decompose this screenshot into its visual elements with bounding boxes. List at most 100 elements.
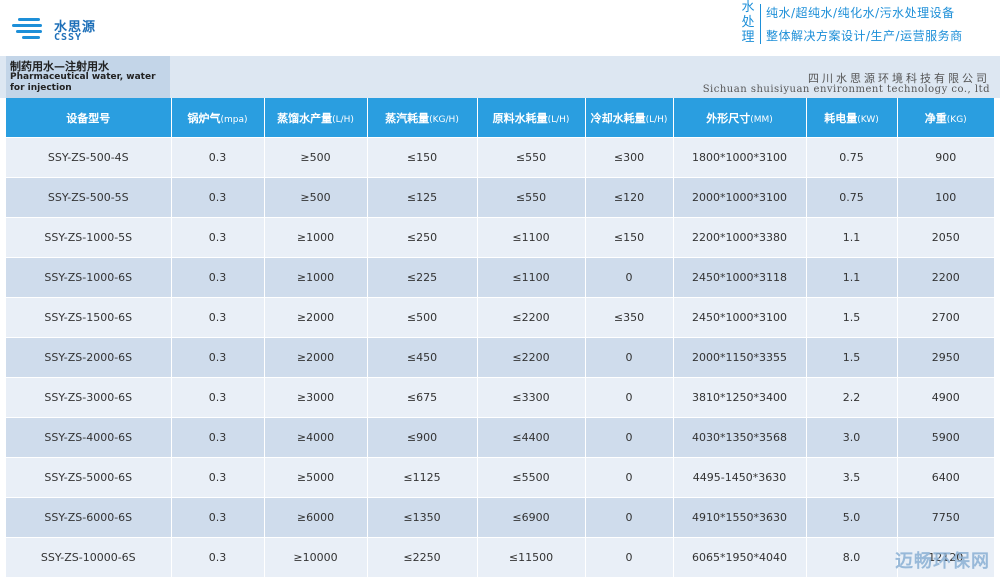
cell-model: SSY-ZS-3000-6S xyxy=(6,377,171,418)
table-row: SSY-ZS-6000-6S 0.3 ≥6000 ≤1350 ≤6900 0 4910*15… xyxy=(6,497,994,538)
company-name-en: Sichuan shuisiyuan environment technolog… xyxy=(702,84,990,95)
cell-power: 2.2 xyxy=(805,377,897,418)
cell-boiler-steam: 0.3 xyxy=(170,177,264,218)
col-header-unit: (mpa) xyxy=(220,114,248,125)
cell-feed-water: ≤5500 xyxy=(476,457,585,498)
cell-boiler-steam: 0.3 xyxy=(170,497,264,538)
cell-dimensions: 2450*1000*3100 xyxy=(672,297,806,338)
cell-power: 1.5 xyxy=(805,297,897,338)
cell-steam-consumption: ≤1350 xyxy=(366,497,477,538)
col-header-label: 设备型号 xyxy=(66,111,111,125)
cell-net-weight: 5900 xyxy=(896,417,994,458)
cell-distilled-output: ≥2000 xyxy=(263,337,367,378)
cell-boiler-steam: 0.3 xyxy=(170,297,264,338)
cell-model: SSY-ZS-1500-6S xyxy=(6,297,171,338)
cell-dimensions: 2450*1000*3118 xyxy=(672,257,806,298)
cell-dimensions: 4910*1550*3630 xyxy=(672,497,806,538)
cell-distilled-output: ≥6000 xyxy=(263,497,367,538)
col-header-unit: (L/H) xyxy=(645,114,668,125)
cell-boiler-steam: 0.3 xyxy=(170,337,264,378)
cell-cooling-water: 0 xyxy=(584,537,673,577)
company-logo[interactable]: 水思源 CSSY xyxy=(12,14,142,48)
table-row: SSY-ZS-3000-6S 0.3 ≥3000 ≤675 ≤3300 0 3810*125… xyxy=(6,377,994,418)
col-header-label: 耗电量 xyxy=(824,111,858,125)
col-header-label: 外形尺寸 xyxy=(706,111,751,125)
cell-boiler-steam: 0.3 xyxy=(170,217,264,258)
col-header-label: 原料水耗量 xyxy=(492,111,548,125)
cell-feed-water: ≤11500 xyxy=(476,537,585,577)
col-header-feed-water: 原料水耗量(L/H) xyxy=(476,98,585,138)
cell-dimensions: 3810*1250*3400 xyxy=(672,377,806,418)
cell-model: SSY-ZS-10000-6S xyxy=(6,537,171,577)
cell-feed-water: ≤4400 xyxy=(476,417,585,458)
cell-model: SSY-ZS-500-5S xyxy=(6,177,171,218)
cell-dimensions: 6065*1950*4040 xyxy=(672,537,806,577)
cell-boiler-steam: 0.3 xyxy=(170,257,264,298)
table-row: SSY-ZS-500-4S 0.3 ≥500 ≤150 ≤550 ≤300 1800*100… xyxy=(6,137,994,178)
cell-model: SSY-ZS-6000-6S xyxy=(6,497,171,538)
cell-feed-water: ≤550 xyxy=(476,137,585,178)
cell-cooling-water: ≤120 xyxy=(584,177,673,218)
cell-distilled-output: ≥2000 xyxy=(263,297,367,338)
cell-feed-water: ≤3300 xyxy=(476,377,585,418)
watermark: 迈畅环保网 xyxy=(895,551,990,572)
col-header-label: 锅炉气 xyxy=(187,111,221,125)
cell-model: SSY-ZS-2000-6S xyxy=(6,337,171,378)
cell-net-weight: 4900 xyxy=(896,377,994,418)
cell-power: 0.75 xyxy=(805,137,897,178)
cell-boiler-steam: 0.3 xyxy=(170,537,264,577)
cell-net-weight: 2050 xyxy=(896,217,994,258)
cell-net-weight: 6400 xyxy=(896,457,994,498)
cell-feed-water: ≤550 xyxy=(476,177,585,218)
cell-distilled-output: ≥1000 xyxy=(263,217,367,258)
slogan-vertical: 水处理 xyxy=(741,0,755,45)
col-header-unit: (L/H) xyxy=(332,114,354,125)
cell-dimensions: 2000*1150*3355 xyxy=(672,337,806,378)
cell-power: 1.1 xyxy=(805,257,897,298)
cell-steam-consumption: ≤1125 xyxy=(366,457,477,498)
cell-cooling-water: 0 xyxy=(584,497,673,538)
table-row: SSY-ZS-500-5S 0.3 ≥500 ≤125 ≤550 ≤120 2000*100… xyxy=(6,177,994,218)
col-header-unit: (L/H) xyxy=(547,114,570,125)
col-header-boiler-steam: 锅炉气(mpa) xyxy=(170,98,264,138)
slogan-divider xyxy=(760,4,761,44)
cell-dimensions: 4030*1350*3568 xyxy=(672,417,806,458)
table-row: SSY-ZS-1000-5S 0.3 ≥1000 ≤250 ≤1100 ≤150 2200*… xyxy=(6,217,994,258)
cell-steam-consumption: ≤675 xyxy=(366,377,477,418)
col-header-power: 耗电量(KW) xyxy=(805,98,897,138)
cell-cooling-water: 0 xyxy=(584,337,673,378)
table-row: SSY-ZS-1000-6S 0.3 ≥1000 ≤225 ≤1100 0 2450*100… xyxy=(6,257,994,298)
slogan-line-1: 纯水/超纯水/纯化水/污水处理设备 xyxy=(766,6,955,20)
cell-steam-consumption: ≤125 xyxy=(366,177,477,218)
cell-model: SSY-ZS-5000-6S xyxy=(6,457,171,498)
cell-cooling-water: ≤150 xyxy=(584,217,673,258)
cell-power: 5.0 xyxy=(805,497,897,538)
cell-cooling-water: ≤350 xyxy=(584,297,673,338)
col-header-net-weight: 净重(KG) xyxy=(896,98,994,138)
table-row: SSY-ZS-1500-6S 0.3 ≥2000 ≤500 ≤2200 ≤350 2450*… xyxy=(6,297,994,338)
col-header-cooling-water: 冷却水耗量(L/H) xyxy=(584,98,673,138)
water-logo-icon xyxy=(12,18,48,44)
col-header-model: 设备型号 xyxy=(6,98,171,138)
cell-model: SSY-ZS-1000-5S xyxy=(6,217,171,258)
table-body: SSY-ZS-500-4S 0.3 ≥500 ≤150 ≤550 ≤300 1800*100… xyxy=(6,137,994,577)
spec-table: 设备型号 锅炉气(mpa) 蒸馏水产量(L/H) 蒸汽耗量(KG/H) 原料水耗… xyxy=(6,98,994,577)
cell-model: SSY-ZS-1000-6S xyxy=(6,257,171,298)
cell-cooling-water: ≤300 xyxy=(584,137,673,178)
col-header-unit: (KG/H) xyxy=(429,114,459,125)
cell-model: SSY-ZS-4000-6S xyxy=(6,417,171,458)
col-header-label: 冷却水耗量 xyxy=(590,111,646,125)
cell-cooling-water: 0 xyxy=(584,417,673,458)
cell-dimensions: 2200*1000*3380 xyxy=(672,217,806,258)
cell-net-weight: 2950 xyxy=(896,337,994,378)
cell-steam-consumption: ≤900 xyxy=(366,417,477,458)
col-header-unit: (KW) xyxy=(857,114,879,125)
cell-distilled-output: ≥10000 xyxy=(263,537,367,577)
cell-boiler-steam: 0.3 xyxy=(170,417,264,458)
cell-net-weight: 100 xyxy=(896,177,994,218)
cell-power: 3.5 xyxy=(805,457,897,498)
cell-dimensions: 1800*1000*3100 xyxy=(672,137,806,178)
page-header: 水思源 CSSY 水处理 纯水/超纯水/纯化水/污水处理设备 整体解决方案设计/… xyxy=(0,0,1000,56)
col-header-unit: (MM) xyxy=(750,114,773,125)
cell-power: 0.75 xyxy=(805,177,897,218)
